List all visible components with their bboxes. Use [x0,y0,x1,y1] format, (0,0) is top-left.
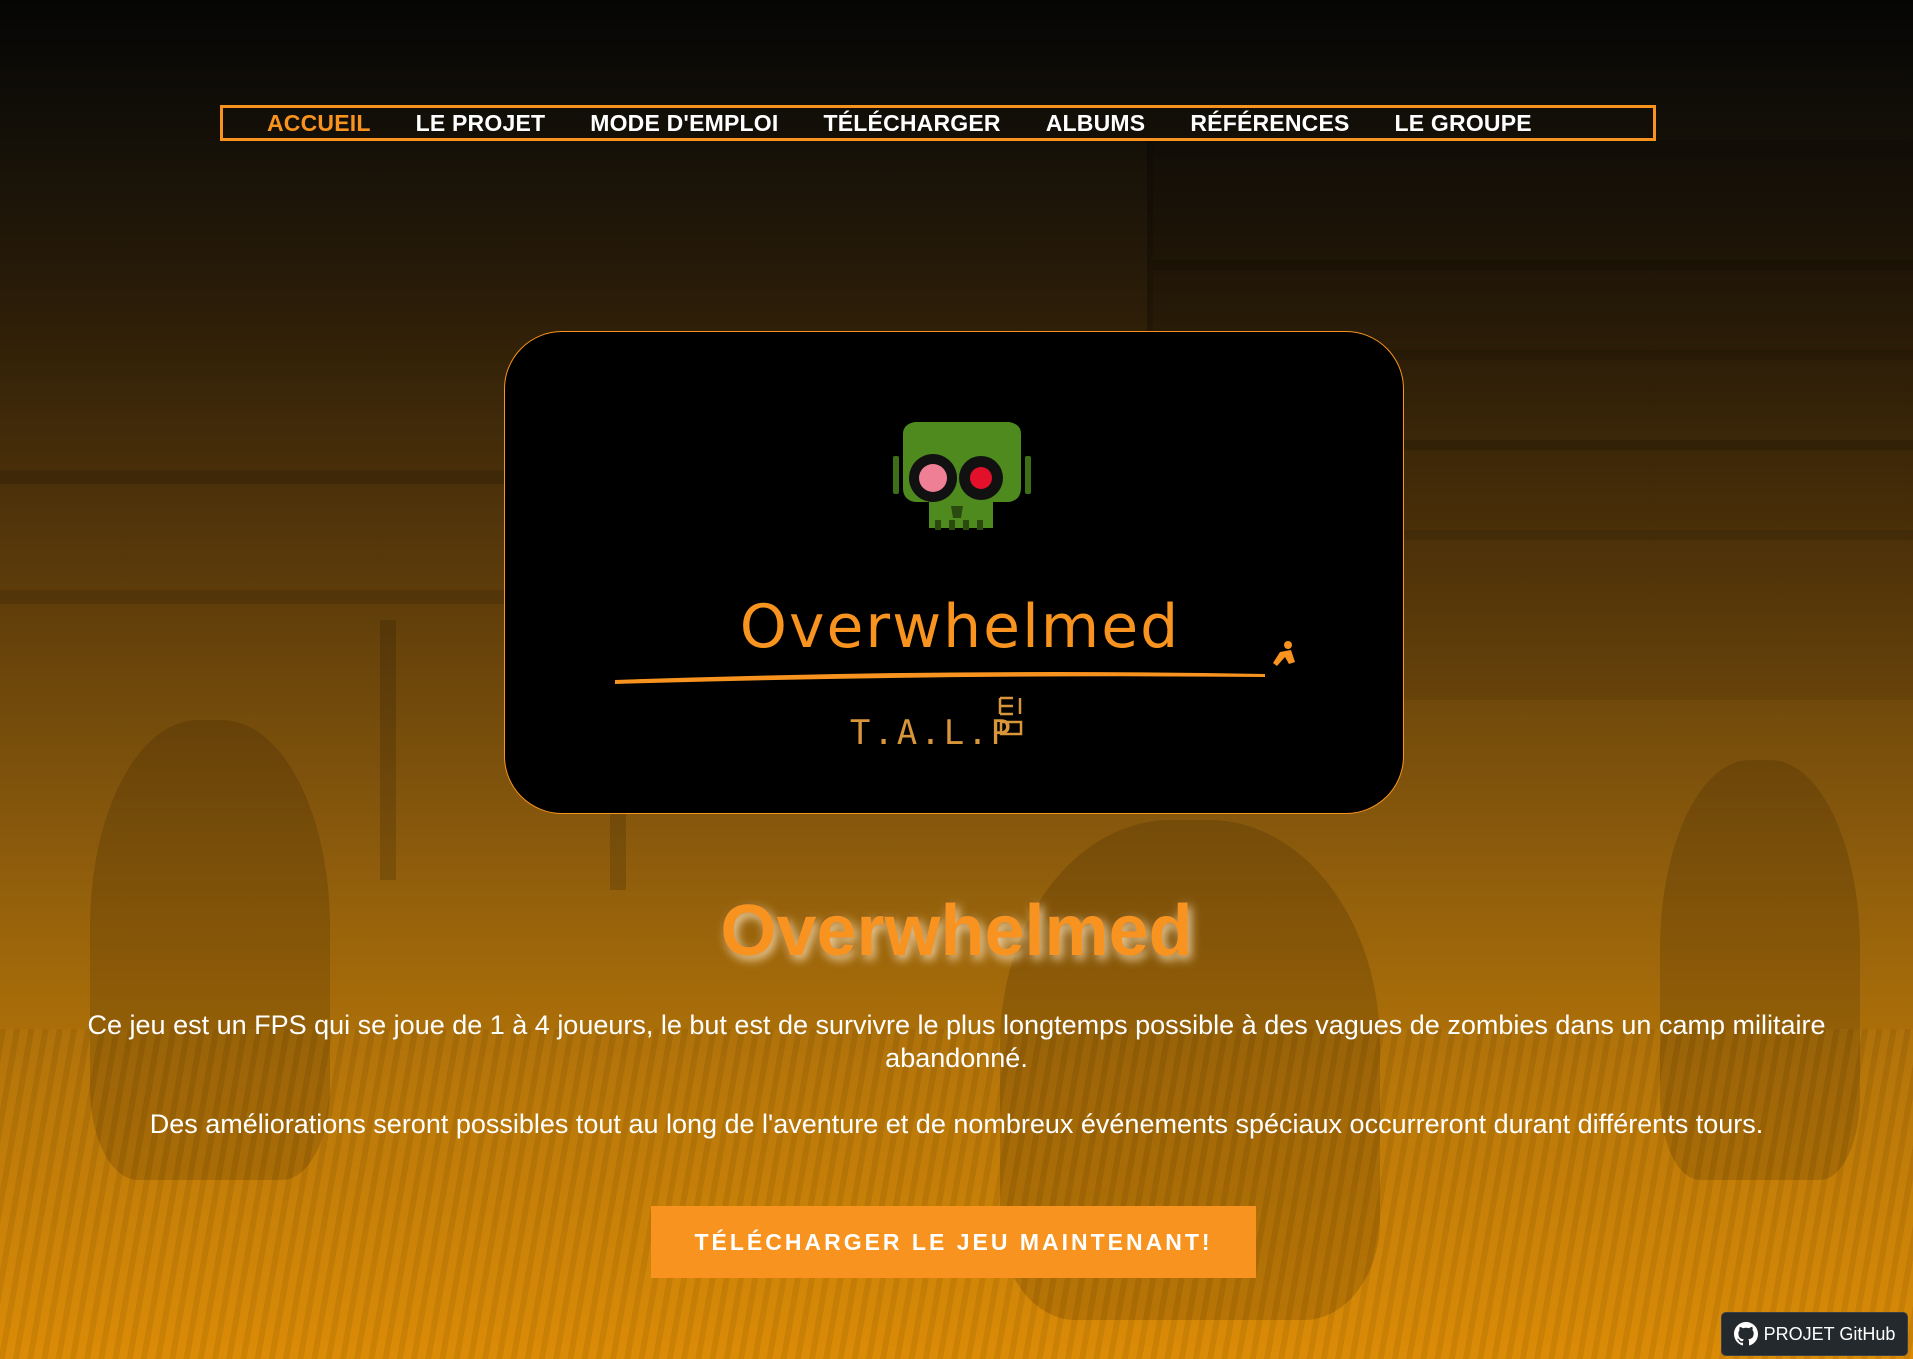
game-logo: Overwhelmed T.A.L.P [615,422,1295,753]
description-paragraph-1: Ce jeu est un FPS qui se joue de 1 à 4 j… [87,1010,1826,1073]
logo-studio: T.A.L.P [850,713,1014,753]
nav-item-albums[interactable]: ALBUMS [1046,110,1146,137]
nav-item-telecharger[interactable]: TÉLÉCHARGER [823,110,1000,137]
game-title: Overwhelmed [720,891,1193,971]
logo-wordmark: Overwhelmed [740,592,1180,662]
nav-item-le-groupe[interactable]: LE GROUPE [1395,110,1532,137]
nav-item-le-projet[interactable]: LE PROJET [416,110,546,137]
github-label: PROJET GitHub [1763,1323,1896,1344]
nav-item-accueil[interactable]: ACCUEIL [267,110,371,137]
main-nav: ACCUEIL LE PROJET MODE D'EMPLOI TÉLÉCHAR… [220,105,1656,141]
background-grass [0,1029,1913,1359]
runner-icon [1273,641,1295,666]
zombie-skull-icon [893,422,1031,530]
background-post [380,620,396,880]
github-project-link[interactable]: PROJET GitHub [1721,1312,1908,1356]
nav-item-mode-d-emploi[interactable]: MODE D'EMPLOI [590,110,778,137]
nav-item-references[interactable]: RÉFÉRENCES [1190,110,1349,137]
download-game-button[interactable]: TÉLÉCHARGER LE JEU MAINTENANT! [651,1206,1256,1278]
game-logo-card: Overwhelmed T.A.L.P [504,331,1404,814]
github-icon [1733,1322,1758,1346]
logo-underline [615,672,1265,684]
description-paragraph-2: Des améliorations seront possibles tout … [149,1109,1764,1139]
